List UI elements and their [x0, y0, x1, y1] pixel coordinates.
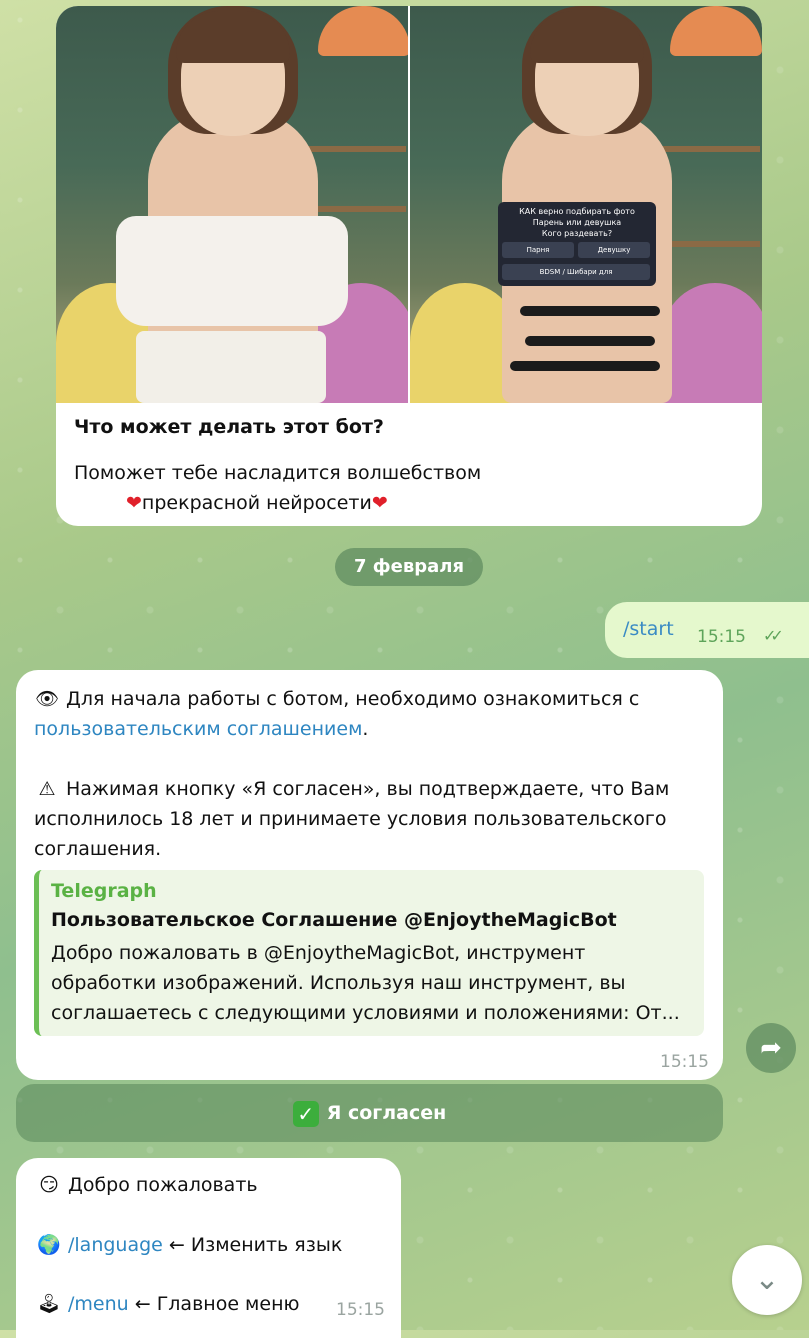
intro-text-line: Поможет тебе насладится волшебством — [74, 462, 482, 484]
globe-icon: 🌍 — [37, 1234, 61, 1256]
date-separator: 7 февраля — [335, 548, 483, 586]
intro-text-fragment: прекрасной нейросети — [141, 492, 372, 514]
agree-button-label: Я согласен — [326, 1102, 447, 1124]
link-preview-description: Добро пожаловать в @EnjoytheMagicBot, ин… — [51, 938, 699, 1028]
double-check-icon: ✓✓ — [763, 626, 784, 645]
eye-icon: 👁 — [34, 688, 60, 710]
check-mark-icon: ✓ — [292, 1100, 319, 1127]
outgoing-message-text[interactable]: /start — [623, 618, 674, 640]
intro-title: Что может делать этот бот? — [74, 416, 384, 438]
message-text: Нажимая кнопку «Я согласен», вы подтверж… — [66, 778, 670, 800]
message-line: пользовательским соглашением. — [34, 714, 368, 744]
overlay-line: Парень или девушка — [532, 218, 622, 227]
overlay-line: Кого раздевать? — [541, 229, 613, 238]
link-preview-site: Telegraph — [51, 880, 157, 902]
preview-photo-edited[interactable]: КАК верно подбирать фото Парень или деву… — [410, 6, 762, 403]
message-line: ⚠ Нажимая кнопку «Я согласен», вы подтвер… — [34, 774, 669, 804]
preview-photo-original[interactable] — [56, 6, 408, 403]
bot-message-welcome[interactable]: 😏 Добро пожаловать 🌍 /language ← Изменить … — [16, 1158, 401, 1338]
bot-message-agreement[interactable]: 👁 Для начала работы с ботом, необходимо о… — [16, 670, 723, 1080]
message-text: ← Изменить язык — [168, 1234, 343, 1256]
agree-button[interactable]: ✓ Я согласен — [16, 1084, 723, 1142]
message-time: 15:15 — [336, 1300, 385, 1320]
overlay-line: КАК верно подбирать фото — [519, 207, 635, 216]
overlay-button: Девушку — [578, 242, 650, 258]
outgoing-message[interactable]: /start 15:15 ✓✓ — [605, 602, 809, 658]
preview-desc-line: обработки изображений. Используя наш инс… — [51, 972, 626, 994]
message-line: 😏 Добро пожаловать — [36, 1174, 258, 1196]
agreement-link[interactable]: пользовательским соглашением — [34, 718, 362, 740]
intro-text: Поможет тебе насладится волшебством ❤пре… — [74, 458, 634, 518]
message-line: 👁 Для начала работы с ботом, необходимо о… — [34, 684, 639, 714]
smirk-face-icon: 😏 — [39, 1174, 59, 1196]
chevron-down-icon[interactable]: ⌄ — [732, 1245, 802, 1315]
message-text: . — [362, 718, 369, 740]
preview-desc-line: соглашаетесь с следующими условиями и по… — [51, 1002, 680, 1024]
menu-command-link[interactable]: /menu — [68, 1293, 129, 1315]
link-preview-title: Пользовательское Соглашение @EnjoytheMag… — [51, 909, 617, 931]
message-text: Добро пожаловать — [68, 1174, 258, 1196]
message-line: 🌍 /language ← Изменить язык — [36, 1233, 342, 1256]
message-text: ← Главное меню — [134, 1293, 300, 1315]
intro-text-line: ❤прекрасной нейросети❤ — [74, 488, 634, 518]
message-line: 🕹 /menu ← Главное меню — [36, 1292, 300, 1315]
joystick-icon: 🕹 — [36, 1293, 62, 1315]
warning-icon: ⚠ — [38, 778, 56, 800]
preview-desc-line: Добро пожаловать в @EnjoytheMagicBot, ин… — [51, 942, 586, 964]
share-icon[interactable]: ➦ — [746, 1023, 796, 1073]
heart-icon: ❤ — [371, 492, 388, 514]
message-line: исполнилось 18 лет и принимаете условия … — [34, 808, 667, 830]
message-line: соглашения. — [34, 838, 162, 860]
link-preview[interactable]: Telegraph Пользовательское Соглашение @E… — [34, 870, 704, 1036]
message-time: 15:15 — [697, 627, 746, 647]
message-text: Для начала работы с ботом, необходимо оз… — [66, 688, 640, 710]
bot-intro-card: КАК верно подбирать фото Парень или деву… — [56, 6, 762, 526]
message-time: 15:15 — [660, 1052, 709, 1072]
overlay-button: Парня — [502, 242, 574, 258]
language-command-link[interactable]: /language — [68, 1234, 163, 1256]
bot-preview-overlay: КАК верно подбирать фото Парень или деву… — [498, 202, 656, 286]
heart-icon: ❤ — [126, 492, 142, 514]
overlay-button: BDSM / Шибари для — [502, 264, 650, 280]
